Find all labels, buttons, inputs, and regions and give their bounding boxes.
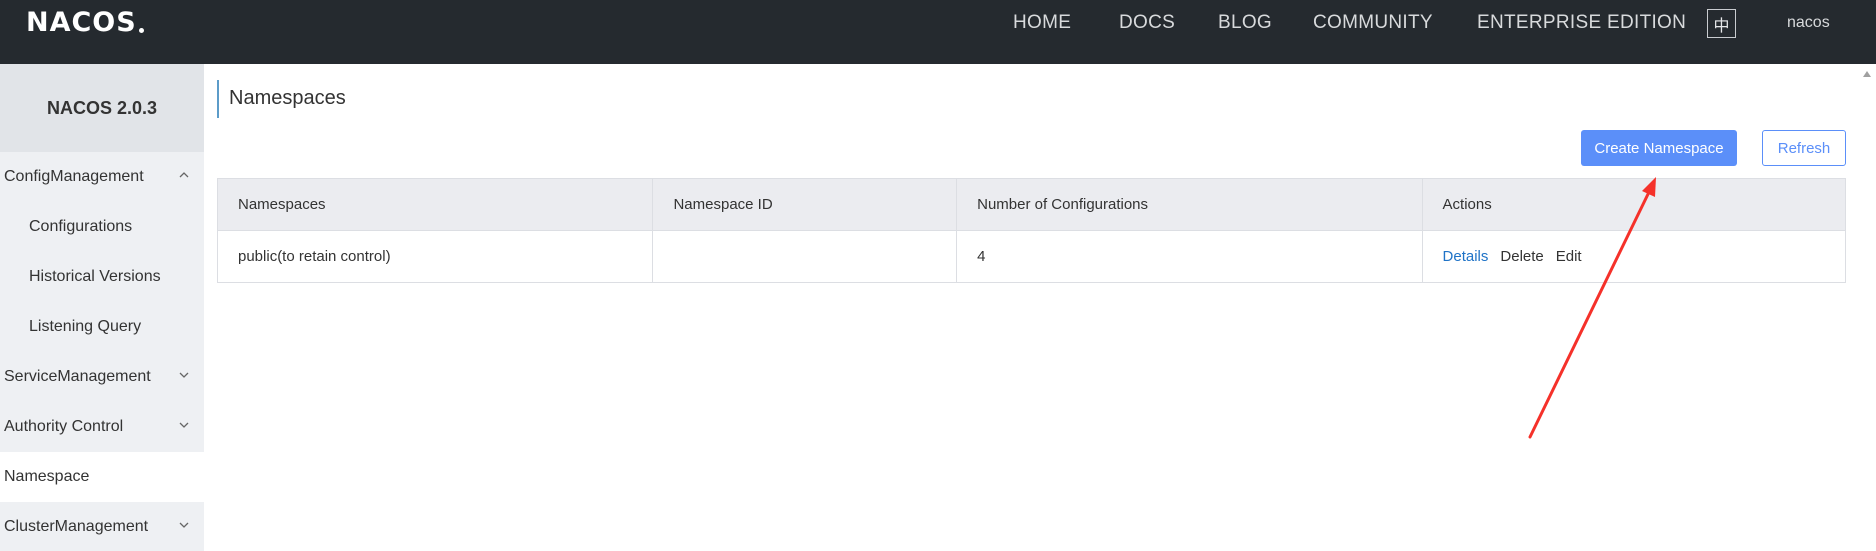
nav-home[interactable]: HOME — [1013, 12, 1071, 34]
nav-docs[interactable]: DOCS — [1119, 12, 1175, 34]
sidebar-item-service-management[interactable]: ServiceManagement — [0, 352, 204, 402]
sidebar-item-config-management[interactable]: ConfigManagement — [0, 152, 204, 202]
namespace-name-cell: public(to retain control) — [218, 231, 654, 282]
column-header-config-count: Number of Configurations — [957, 179, 1423, 230]
version-label: NACOS 2.0.3 — [0, 64, 204, 152]
table-header: Namespaces Namespace ID Number of Config… — [218, 179, 1845, 231]
table-row: public(to retain control) 4 Details Dele… — [218, 231, 1845, 282]
sidebar-item-label: ServiceManagement — [4, 368, 151, 385]
chevron-down-icon — [179, 422, 189, 428]
user-menu[interactable]: nacos — [1787, 14, 1830, 32]
column-header-namespace-id: Namespace ID — [653, 179, 958, 230]
nav-community[interactable]: COMMUNITY — [1313, 12, 1433, 34]
sidebar-item-label: ConfigManagement — [4, 168, 144, 185]
sidebar-item-namespace[interactable]: Namespace — [0, 452, 204, 502]
top-navbar: NACOS HOME DOCS BLOG COMMUNITY ENTERPRIS… — [0, 0, 1876, 64]
sidebar-item-authority-control[interactable]: Authority Control — [0, 402, 204, 452]
chevron-down-icon — [179, 372, 189, 378]
create-namespace-button[interactable]: Create Namespace — [1581, 130, 1737, 166]
chevron-up-icon — [179, 172, 189, 178]
namespaces-table: Namespaces Namespace ID Number of Config… — [217, 178, 1846, 283]
language-switch-button[interactable]: 中 — [1707, 9, 1736, 38]
details-link[interactable]: Details — [1443, 248, 1489, 265]
sidebar-item-configurations[interactable]: Configurations — [0, 202, 204, 252]
sidebar: NACOS 2.0.3 ConfigManagement Configurati… — [0, 64, 204, 551]
actions-cell: Details Delete Edit — [1423, 231, 1845, 282]
delete-link[interactable]: Delete — [1500, 248, 1543, 265]
namespace-id-cell — [653, 231, 958, 282]
refresh-button[interactable]: Refresh — [1762, 130, 1846, 166]
scroll-up-arrow-icon[interactable] — [1862, 70, 1872, 78]
sidebar-item-label: Configurations — [29, 218, 133, 235]
logo-dot — [138, 27, 144, 33]
nav-enterprise-edition[interactable]: ENTERPRISE EDITION — [1477, 12, 1686, 34]
sidebar-item-cluster-management[interactable]: ClusterManagement — [0, 502, 204, 551]
sidebar-item-label: Namespace — [4, 468, 90, 485]
sidebar-item-label: Authority Control — [4, 418, 124, 435]
chevron-down-icon — [179, 522, 189, 528]
column-header-namespaces: Namespaces — [218, 179, 654, 230]
logo-text: NACOS — [26, 6, 137, 38]
sidebar-item-historical-versions[interactable]: Historical Versions — [0, 252, 204, 302]
edit-link[interactable]: Edit — [1556, 248, 1582, 265]
sidebar-item-label: ClusterManagement — [4, 518, 149, 535]
column-header-actions: Actions — [1442, 196, 1492, 213]
page-title: Namespaces — [229, 87, 346, 109]
page-scrollbar[interactable] — [1858, 64, 1876, 551]
config-count-cell: 4 — [957, 231, 1423, 282]
title-accent-bar — [217, 80, 219, 118]
nacos-logo[interactable]: NACOS — [26, 6, 144, 38]
sidebar-item-label: Historical Versions — [29, 268, 161, 285]
nav-blog[interactable]: BLOG — [1218, 12, 1272, 34]
sidebar-item-label: Listening Query — [29, 318, 142, 335]
sidebar-item-listening-query[interactable]: Listening Query — [0, 302, 204, 352]
